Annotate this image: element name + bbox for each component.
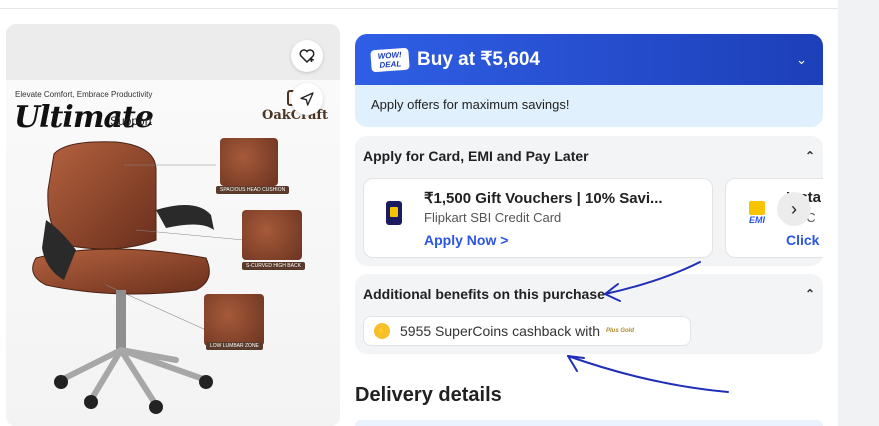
wow-deal-banner[interactable]: WOW! DEAL Buy at ₹5,604 ⌄ Apply offers f… [355, 34, 823, 127]
headrest-thumbnail [220, 138, 278, 186]
carousel-next-icon[interactable]: › [777, 192, 811, 226]
supercoin-icon: ⚡ [374, 323, 390, 339]
benefits-heading: Additional benefits on this purchase [363, 286, 605, 302]
backrest-thumbnail [242, 210, 302, 260]
wow-deal-badge: WOW! DEAL [370, 47, 410, 72]
card-emi-header[interactable]: Apply for Card, EMI and Pay Later ⌃ [355, 136, 823, 176]
supercoins-offer[interactable]: ⚡ 5955 SuperCoins cashback with Plus Gol… [363, 316, 691, 346]
callout-lumbar: LOW LUMBAR ZONE [206, 342, 263, 350]
deal-header[interactable]: WOW! DEAL Buy at ₹5,604 ⌄ [355, 34, 823, 85]
callout-head-cushion: SPACIOUS HEAD CUSHION [216, 186, 290, 194]
plus-gold-badge: Plus Gold [606, 328, 635, 334]
delivery-box-edge [355, 420, 823, 426]
emi-icon: EMI [746, 201, 768, 227]
offer-carousel: ₹1,500 Gift Vouchers | 10% Savi... Flipk… [363, 178, 823, 258]
emi-icon-label: EMI [748, 215, 765, 225]
share-icon[interactable] [291, 83, 323, 115]
benefits-header[interactable]: Additional benefits on this purchase ⌃ [355, 274, 823, 314]
card-emi-panel: Apply for Card, EMI and Pay Later ⌃ ₹1,5… [355, 136, 823, 266]
credit-card-icon [386, 201, 402, 225]
chevron-down-icon[interactable]: ⌄ [796, 52, 807, 68]
product-image-card[interactable]: Elevate Comfort, Embrace Productivity Ul… [6, 24, 340, 426]
buy-price-label: Buy at ₹5,604 [417, 49, 540, 70]
chevron-up-icon[interactable]: ⌃ [805, 149, 815, 163]
offer-title: ₹1,500 Gift Vouchers | 10% Savi... [424, 190, 663, 207]
top-divider [0, 8, 838, 9]
apply-now-link[interactable]: Apply Now > [424, 232, 508, 248]
additional-benefits-panel: Additional benefits on this purchase ⌃ ⚡… [355, 274, 823, 354]
lumbar-thumbnail [204, 294, 264, 346]
page-gutter [838, 0, 879, 426]
wishlist-heart-icon[interactable] [291, 40, 323, 72]
offer-card-sbi[interactable]: ₹1,500 Gift Vouchers | 10% Savi... Flipk… [363, 178, 713, 258]
card-emi-heading: Apply for Card, EMI and Pay Later [363, 148, 589, 164]
chevron-up-icon[interactable]: ⌃ [805, 287, 815, 301]
supercoins-text: 5955 SuperCoins cashback with [400, 323, 601, 339]
deal-subtitle: Apply offers for maximum savings! [371, 97, 570, 112]
delivery-heading: Delivery details [355, 384, 502, 406]
offer-desc: Flipkart SBI Credit Card [424, 210, 562, 225]
callout-s-curve: S-CURVED HIGH BACK [242, 262, 305, 270]
product-photo: Elevate Comfort, Embrace Productivity Ul… [6, 80, 340, 426]
badge-line-2: DEAL [379, 58, 402, 70]
click-link[interactable]: Click [786, 232, 819, 248]
